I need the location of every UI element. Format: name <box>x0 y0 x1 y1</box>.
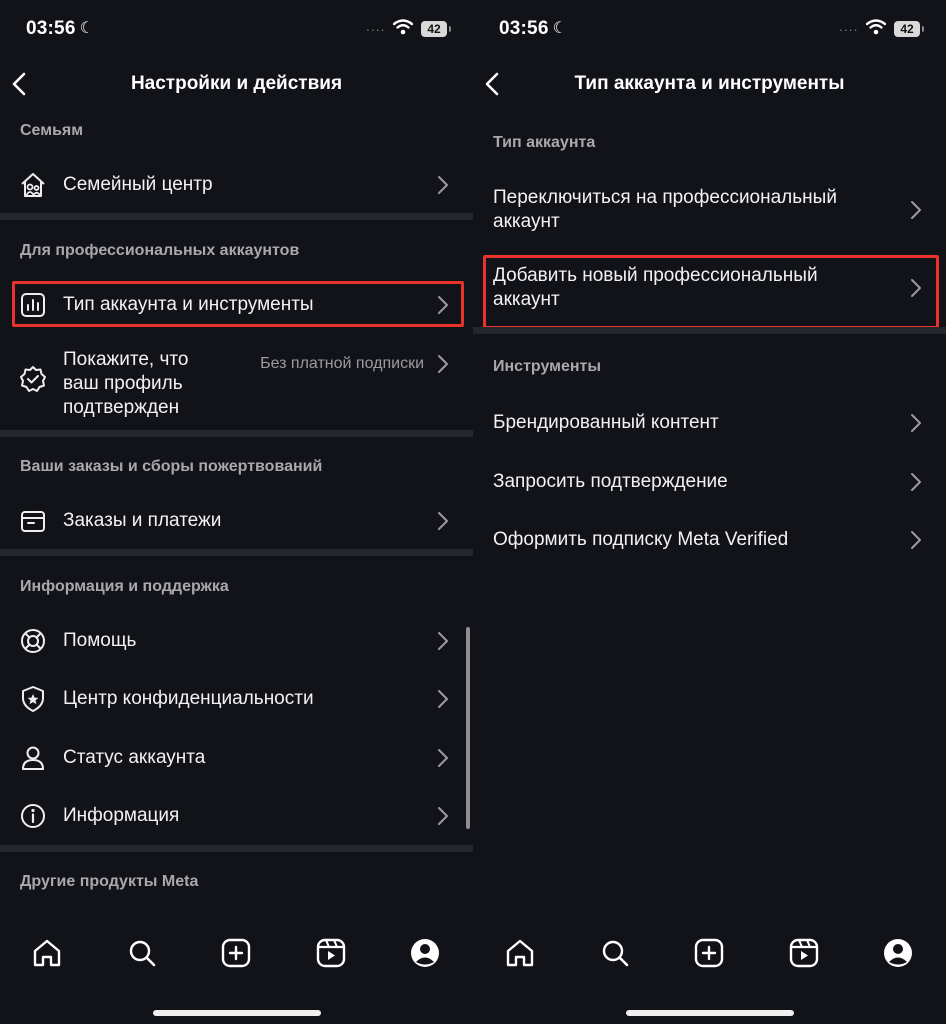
create-icon[interactable] <box>219 936 253 970</box>
chevron-right-icon <box>910 413 922 433</box>
account-status-item[interactable]: Статус аккаунта <box>0 735 473 781</box>
chevron-right-icon <box>437 748 449 768</box>
battery-indicator: 42 <box>894 21 924 37</box>
highlight-box <box>12 281 464 327</box>
divider <box>473 327 946 334</box>
branded-content-label: Брендированный контент <box>493 412 719 433</box>
page-title: Тип аккаунта и инструменты <box>574 73 845 94</box>
status-time: 03:56 ☾ <box>26 18 95 39</box>
section-family: Семьям <box>20 122 84 139</box>
home-indicator <box>153 1010 321 1016</box>
switch-professional-item[interactable]: Переключиться на профессиональный аккаун… <box>473 182 946 238</box>
chevron-right-icon <box>910 200 922 220</box>
status-time: 03:56 ☾ <box>499 18 568 39</box>
wifi-icon <box>866 19 886 35</box>
verified-profile-subtext: Без платной подписки <box>260 355 424 372</box>
family-center-label: Семейный центр <box>63 174 213 195</box>
search-icon[interactable] <box>125 936 159 970</box>
account-status-label: Статус аккаунта <box>63 747 206 768</box>
chevron-right-icon <box>910 530 922 550</box>
chevron-right-icon <box>437 175 449 195</box>
request-verification-label: Запросить подтверждение <box>493 471 728 492</box>
highlight-box <box>483 255 939 329</box>
create-icon[interactable] <box>692 936 726 970</box>
reels-icon[interactable] <box>787 936 821 970</box>
orders-payments-item[interactable]: Заказы и платежи <box>0 498 473 544</box>
information-label: Информация <box>63 805 180 826</box>
profile-icon[interactable] <box>408 936 442 970</box>
chevron-right-icon <box>437 806 449 826</box>
section-info: Информация и поддержка <box>20 578 229 595</box>
moon-icon: ☾ <box>552 20 568 37</box>
section-meta: Другие продукты Meta <box>20 873 199 890</box>
chevron-right-icon <box>437 511 449 531</box>
orders-payments-label: Заказы и платежи <box>63 510 222 531</box>
signal-dots: .... <box>839 18 859 34</box>
family-center-item[interactable]: Семейный центр <box>0 162 473 208</box>
chevron-right-icon <box>437 689 449 709</box>
section-account-type: Тип аккаунта <box>493 134 596 151</box>
wifi-icon <box>393 19 413 35</box>
information-item[interactable]: Информация <box>0 793 473 839</box>
divider <box>0 430 473 437</box>
help-item[interactable]: Помощь <box>0 618 473 664</box>
signal-dots: .... <box>366 18 386 34</box>
settings-screen: 03:56 ☾ .... 42 Настройки и действия Семь… <box>0 0 473 1024</box>
meta-verified-item[interactable]: Оформить подписку Meta Verified <box>473 517 946 563</box>
verified-badge-icon <box>20 366 46 392</box>
meta-verified-label: Оформить подписку Meta Verified <box>493 529 789 550</box>
request-verification-item[interactable]: Запросить подтверждение <box>473 459 946 505</box>
chevron-right-icon <box>437 354 449 374</box>
account-type-screen: 03:56 ☾ .... 42 Тип аккаунта и инструмент… <box>473 0 946 1024</box>
profile-icon[interactable] <box>881 936 915 970</box>
chevron-right-icon <box>437 631 449 651</box>
home-icon[interactable] <box>503 936 537 970</box>
verified-profile-item[interactable]: Покажите, что ваш профиль подтвержден Бе… <box>0 340 473 420</box>
scrollbar[interactable] <box>466 627 470 829</box>
chevron-right-icon <box>910 472 922 492</box>
home-indicator <box>626 1010 794 1016</box>
lifebuoy-icon <box>21 629 45 653</box>
privacy-center-item[interactable]: Центр конфиденциальности <box>0 676 473 722</box>
section-tools: Инструменты <box>493 358 602 375</box>
home-icon[interactable] <box>30 936 64 970</box>
info-icon <box>21 804 45 828</box>
section-pro: Для профессиональных аккаунтов <box>20 242 300 259</box>
moon-icon: ☾ <box>79 20 95 37</box>
family-home-icon <box>21 173 45 197</box>
search-icon[interactable] <box>598 936 632 970</box>
privacy-center-label: Центр конфиденциальности <box>63 688 314 709</box>
person-icon <box>22 746 44 770</box>
verified-profile-label: Покажите, что ваш профиль подтвержден <box>63 349 189 418</box>
shield-star-icon <box>22 686 44 712</box>
reels-icon[interactable] <box>314 936 348 970</box>
switch-professional-label: Переключиться на профессиональный аккаун… <box>493 187 837 232</box>
branded-content-item[interactable]: Брендированный контент <box>473 400 946 446</box>
page-title: Настройки и действия <box>130 73 343 94</box>
orders-box-icon <box>21 511 45 532</box>
divider <box>0 213 473 220</box>
help-label: Помощь <box>63 630 137 651</box>
section-orders: Ваши заказы и сборы пожертвований <box>20 458 323 475</box>
divider <box>0 549 473 556</box>
battery-indicator: 42 <box>421 21 451 37</box>
divider <box>0 845 473 852</box>
